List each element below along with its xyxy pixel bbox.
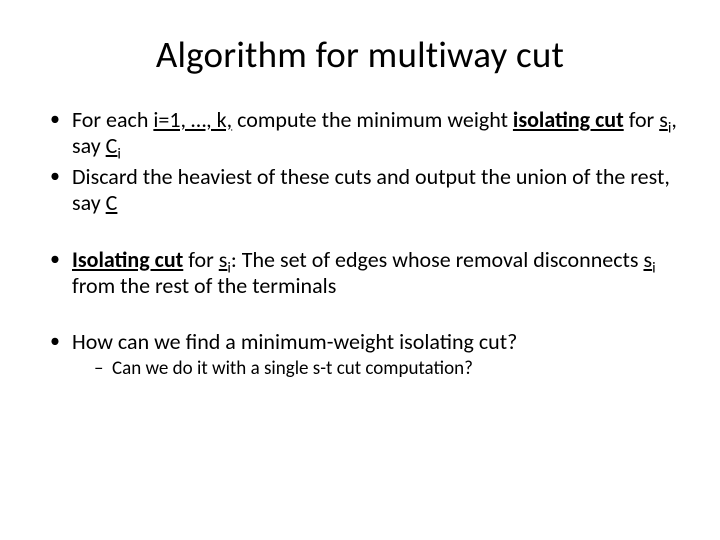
bullet-2: Discard the heaviest of these cuts and o… <box>50 164 680 217</box>
slide-title: Algorithm for multiway cut <box>40 32 680 77</box>
bullet-1: For each i=1, …, k, compute the minimum … <box>50 107 680 160</box>
bullet-list-3: How can we find a minimum-weight isolati… <box>40 329 680 380</box>
sub-list: Can we do it with a single s-t cut compu… <box>72 358 680 381</box>
slide: Algorithm for multiway cut For each i=1,… <box>0 0 720 540</box>
sub-bullet-1: Can we do it with a single s-t cut compu… <box>94 358 680 381</box>
bullet-list: For each i=1, …, k, compute the minimum … <box>40 107 680 217</box>
bullet-4: How can we find a minimum-weight isolati… <box>50 329 680 380</box>
bullet-list-2: Isolating cut for si: The set of edges w… <box>40 247 680 300</box>
bullet-3: Isolating cut for si: The set of edges w… <box>50 247 680 300</box>
